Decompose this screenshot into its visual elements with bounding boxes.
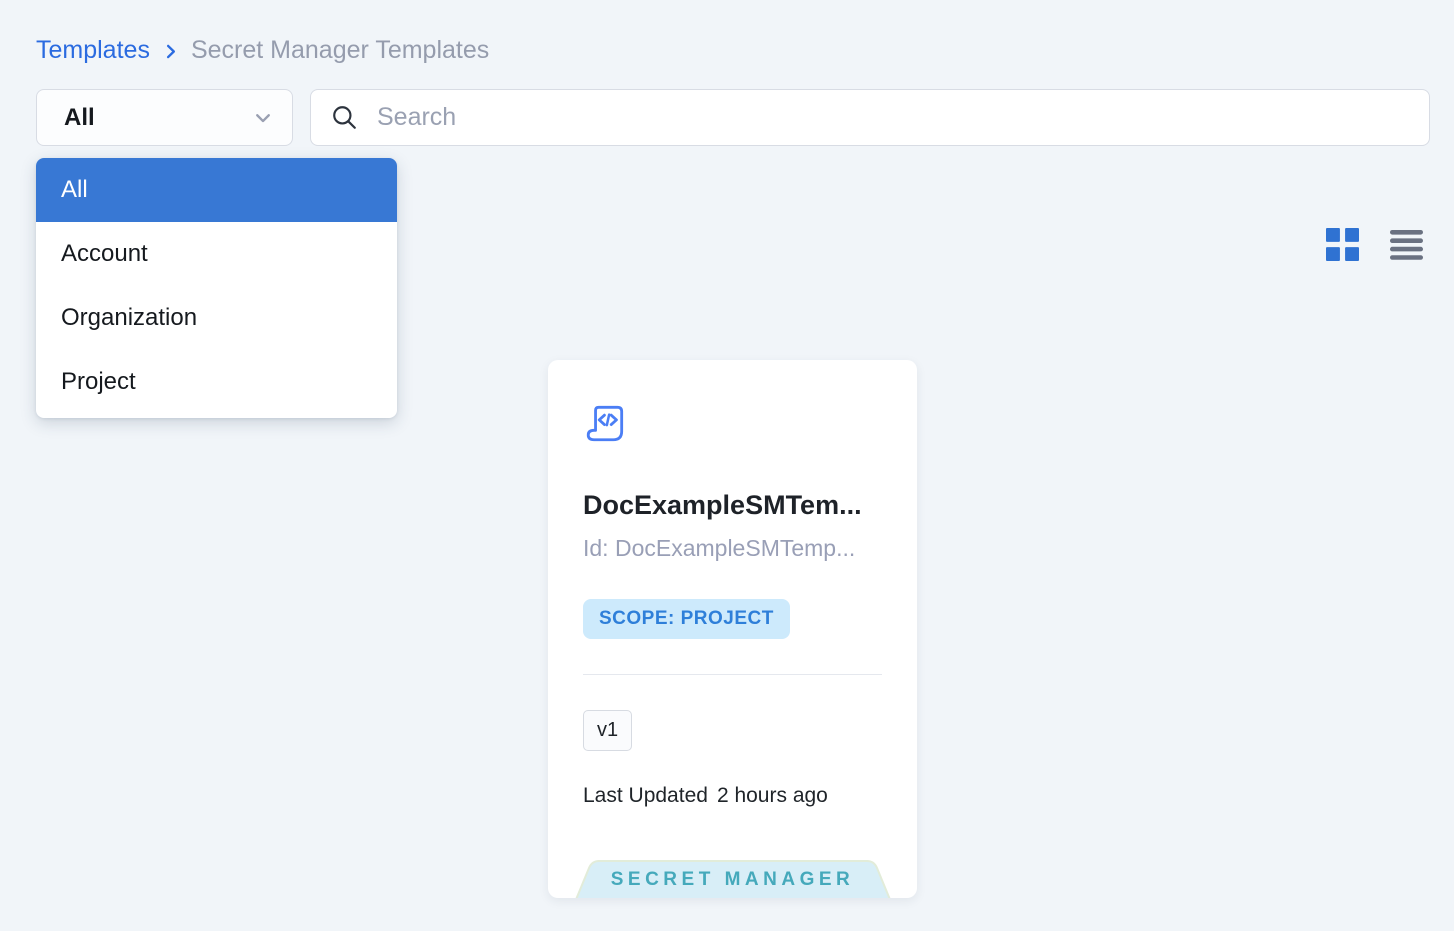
grid-view-button[interactable] [1326, 228, 1359, 261]
module-banner-label: SECRET MANAGER [573, 869, 893, 891]
last-updated-value: 2 hours ago [717, 784, 828, 808]
search-icon [331, 104, 358, 131]
last-updated-label: Last Updated [583, 784, 708, 808]
list-view-button[interactable] [1390, 230, 1423, 260]
card-divider [583, 674, 882, 675]
breadcrumb: Templates Secret Manager Templates [36, 36, 489, 65]
template-card[interactable]: DocExampleSMTem... Id: DocExampleSMTemp.… [548, 360, 917, 898]
chevron-right-icon [161, 42, 180, 61]
scope-filter-value: All [64, 104, 95, 132]
secret-manager-templates-page: Templates Secret Manager Templates All A… [0, 0, 1454, 931]
template-id: Id: DocExampleSMTemp... [583, 535, 882, 562]
scope-badge: SCOPE: PROJECT [583, 599, 790, 639]
view-toggles [1326, 228, 1423, 261]
scope-filter-menu: All Account Organization Project [36, 158, 397, 418]
menu-item-account[interactable]: Account [36, 222, 397, 286]
menu-item-project[interactable]: Project [36, 350, 397, 414]
search-input[interactable] [375, 102, 1409, 133]
menu-item-organization[interactable]: Organization [36, 286, 397, 350]
scope-filter-select[interactable]: All [36, 89, 293, 146]
version-chip: v1 [583, 710, 632, 751]
list-view-icon [1390, 230, 1423, 260]
module-banner: SECRET MANAGER [573, 860, 893, 898]
template-title: DocExampleSMTem... [583, 490, 882, 521]
breadcrumb-templates-link[interactable]: Templates [36, 36, 150, 65]
last-updated: Last Updated 2 hours ago [583, 784, 882, 808]
template-code-icon [583, 400, 882, 451]
breadcrumb-current-page: Secret Manager Templates [191, 36, 489, 65]
chevron-down-icon [252, 107, 274, 129]
search-bar [310, 89, 1430, 146]
menu-item-all[interactable]: All [36, 158, 397, 222]
grid-view-icon [1326, 228, 1359, 261]
